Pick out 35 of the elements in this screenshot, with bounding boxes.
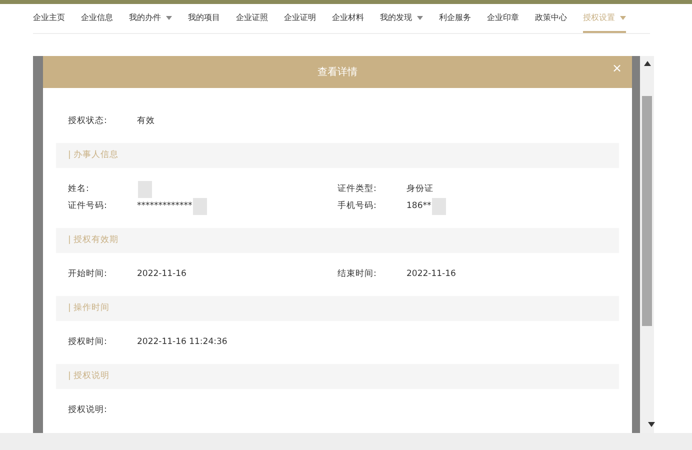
field-label: 手机号码: <box>338 200 378 213</box>
field-label: 证件类型: <box>338 183 378 196</box>
nav-tab[interactable]: 我的办件 <box>129 12 172 33</box>
nav-tab[interactable]: 企业信息 <box>81 12 113 33</box>
field-value: 186** <box>406 200 432 213</box>
nav-tab[interactable]: 我的项目 <box>188 12 220 33</box>
field-value: 有效 <box>137 115 155 128</box>
nav-tab[interactable]: 政策中心 <box>535 12 567 33</box>
field-label: 证件号码: <box>68 200 108 213</box>
field-value: 2022-11-16 11:24:36 <box>137 336 228 349</box>
nav-tab[interactable]: 企业印章 <box>487 12 519 33</box>
nav-tab[interactable]: 企业证明 <box>284 12 316 33</box>
field-label: 授权说明: <box>68 404 108 417</box>
field-label: 授权状态: <box>68 115 108 128</box>
field-value: 2022-11-16 <box>137 268 186 281</box>
nav-tab[interactable]: 企业主页 <box>33 12 65 33</box>
section-header: | 授权有效期 <box>56 228 619 253</box>
field-label: 姓名: <box>68 183 90 196</box>
field-label: 开始时间: <box>68 268 108 281</box>
field-value: ************* <box>137 200 192 213</box>
section-header: | 办事人信息 <box>56 143 619 168</box>
field-value: 身份证 <box>406 183 434 196</box>
nav-tab[interactable]: 我的发现 <box>380 12 423 33</box>
dialog-title: 查看详情 <box>318 66 358 80</box>
field-label: 结束时间: <box>338 268 378 281</box>
field-label: 授权时间: <box>68 336 108 349</box>
scroll-down-icon[interactable] <box>648 422 655 427</box>
field-value: 2022-11-16 <box>406 268 456 281</box>
section-header: | 授权说明 <box>56 364 619 389</box>
nav-tab[interactable]: 利企服务 <box>439 12 471 33</box>
scrollbar-thumb[interactable] <box>642 96 652 326</box>
nav-tab[interactable]: 企业材料 <box>332 12 364 33</box>
nav-tab[interactable]: 企业证照 <box>236 12 268 33</box>
scroll-up-icon[interactable] <box>644 61 650 66</box>
section-header: | 操作时间 <box>56 296 619 321</box>
